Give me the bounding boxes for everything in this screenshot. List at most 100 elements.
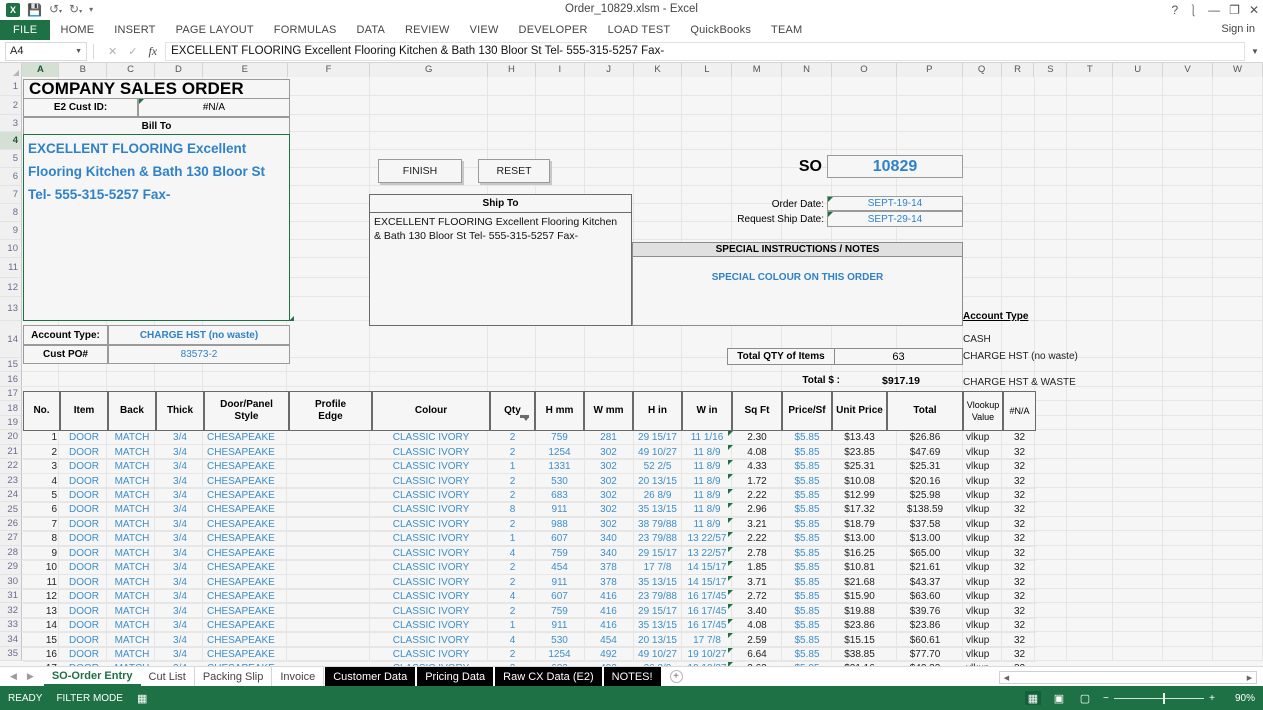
table-cell-style[interactable]: CHESAPEAKE [204,576,289,590]
table-cell-win[interactable]: 11 8/9 [682,474,732,488]
table-cell-no[interactable]: 3 [23,460,60,474]
table-cell-win[interactable]: 16 17/45 [682,619,732,633]
table-cell-no[interactable]: 10 [23,561,60,575]
table-cell-style[interactable]: CHESAPEAKE [204,532,289,546]
worksheet-grid[interactable]: A B C D E F G H I J K L M N O P Q R S T [0,63,1263,667]
table-cell-wmm[interactable]: 378 [584,561,633,575]
row-header-18[interactable]: 18 [0,401,22,415]
tab-file[interactable]: FILE [0,20,50,40]
grid-cell[interactable] [536,96,585,115]
grid-cell[interactable] [287,258,370,278]
row-header-13[interactable]: 13 [0,297,22,321]
grid-cell[interactable] [1067,168,1113,186]
grid-cell[interactable] [536,77,585,96]
table-cell-style[interactable]: CHESAPEAKE [204,561,289,575]
grid-cell[interactable] [1035,575,1068,589]
grid-cell[interactable] [1213,278,1263,297]
grid-cell[interactable] [963,77,1002,96]
table-cell-profile[interactable] [289,604,372,618]
grid-cell[interactable] [732,96,782,115]
grid-cell[interactable] [1067,517,1113,531]
table-cell-unit[interactable]: $23.86 [832,619,887,633]
grid-cell[interactable] [1163,222,1213,240]
e2-cust-id-value-cell[interactable]: #N/A [138,98,290,117]
grid-cell[interactable] [1213,618,1263,632]
table-cell-hin[interactable]: 38 79/88 [633,518,682,532]
grid-cell[interactable] [634,115,683,132]
grid-cell[interactable] [1067,589,1113,603]
row-header-19[interactable]: 19 [0,416,22,430]
table-cell-pricesf[interactable]: $5.85 [782,532,832,546]
table-cell-no[interactable]: 4 [23,474,60,488]
grid-cell[interactable] [287,115,370,132]
grid-cell[interactable] [897,115,963,132]
grid-cell[interactable] [1067,150,1113,168]
table-cell-pricesf[interactable]: $5.85 [782,445,832,459]
grid-cell[interactable] [682,132,732,150]
table-cell-thick[interactable]: 3/4 [156,431,204,445]
grid-cell[interactable] [1213,517,1263,531]
table-cell-vlk[interactable]: vlkup [963,547,1003,561]
grid-cell[interactable] [287,96,370,115]
table-cell-sqft[interactable]: 2.96 [732,503,782,517]
table-cell-pricesf[interactable]: $5.85 [782,604,832,618]
table-cell-no[interactable]: 15 [23,633,60,647]
grid-cell[interactable] [1002,204,1035,222]
sheet-tab-packing-slip[interactable]: Packing Slip [195,667,273,686]
grid-cell[interactable] [1163,358,1213,372]
grid-cell[interactable] [1035,240,1068,258]
table-cell-pricesf[interactable]: $5.85 [782,503,832,517]
grid-cell[interactable] [1213,445,1263,459]
table-cell-vlk[interactable]: vlkup [963,561,1003,575]
row-header-22[interactable]: 22 [0,459,22,473]
table-cell-no[interactable]: 11 [23,576,60,590]
grid-cell[interactable] [1067,647,1113,661]
table-cell-back[interactable]: MATCH [108,648,156,662]
table-cell-hin[interactable]: 20 13/15 [633,633,682,647]
row-header-9[interactable]: 9 [0,222,22,240]
grid-cell[interactable] [963,168,1002,186]
grid-cell[interactable] [897,132,963,150]
row-header-27[interactable]: 27 [0,531,22,545]
grid-cell[interactable] [1067,77,1113,96]
account-type-value-cell[interactable]: CHARGE HST (no waste) [108,325,290,345]
grid-cell[interactable] [1163,96,1213,115]
order-date-value-cell[interactable]: SEPT-19-14 [827,196,963,211]
grid-cell[interactable] [1067,204,1113,222]
table-cell-wmm[interactable]: 454 [584,633,633,647]
grid-cell[interactable] [1067,96,1113,115]
table-cell-unit[interactable]: $16.25 [832,547,887,561]
grid-cell[interactable] [832,132,897,150]
table-cell-style[interactable]: CHESAPEAKE [204,590,289,604]
tab-review[interactable]: REVIEW [395,20,460,40]
table-cell-pricesf[interactable]: $5.85 [782,648,832,662]
insert-function-icon[interactable]: fx [148,44,157,59]
table-cell-hmm[interactable]: 759 [535,547,584,561]
grid-cell[interactable] [1035,96,1068,115]
grid-cell[interactable] [1163,372,1213,386]
grid-cell[interactable] [1163,488,1213,502]
row-header-33[interactable]: 33 [0,618,22,632]
table-cell-back[interactable]: MATCH [108,445,156,459]
grid-cell[interactable] [1035,517,1068,531]
table-cell-no[interactable]: 1 [23,431,60,445]
grid-cell[interactable] [1113,560,1163,574]
grid-cell[interactable] [832,96,897,115]
table-cell-vval[interactable]: 32 [1003,619,1036,633]
table-cell-style[interactable]: CHESAPEAKE [204,460,289,474]
table-cell-win[interactable]: 16 17/45 [682,590,732,604]
grid-cell[interactable] [1163,387,1213,401]
grid-cell[interactable] [1035,560,1068,574]
grid-cell[interactable] [1163,517,1213,531]
grid-cell[interactable] [1213,560,1263,574]
special-instructions-value-cell[interactable]: SPECIAL COLOUR ON THIS ORDER [632,257,963,326]
table-cell-pricesf[interactable]: $5.85 [782,474,832,488]
restore-icon[interactable]: ❐ [1229,3,1240,17]
grid-cell[interactable] [963,186,1002,204]
table-cell-pricesf[interactable]: $5.85 [782,576,832,590]
table-cell-colour[interactable]: CLASSIC IVORY [372,532,490,546]
grid-cell[interactable] [1213,96,1263,115]
scroll-right-icon[interactable]: ▶ [1243,674,1256,682]
grid-cell[interactable] [1213,168,1263,186]
table-cell-win[interactable]: 13 22/57 [682,547,732,561]
